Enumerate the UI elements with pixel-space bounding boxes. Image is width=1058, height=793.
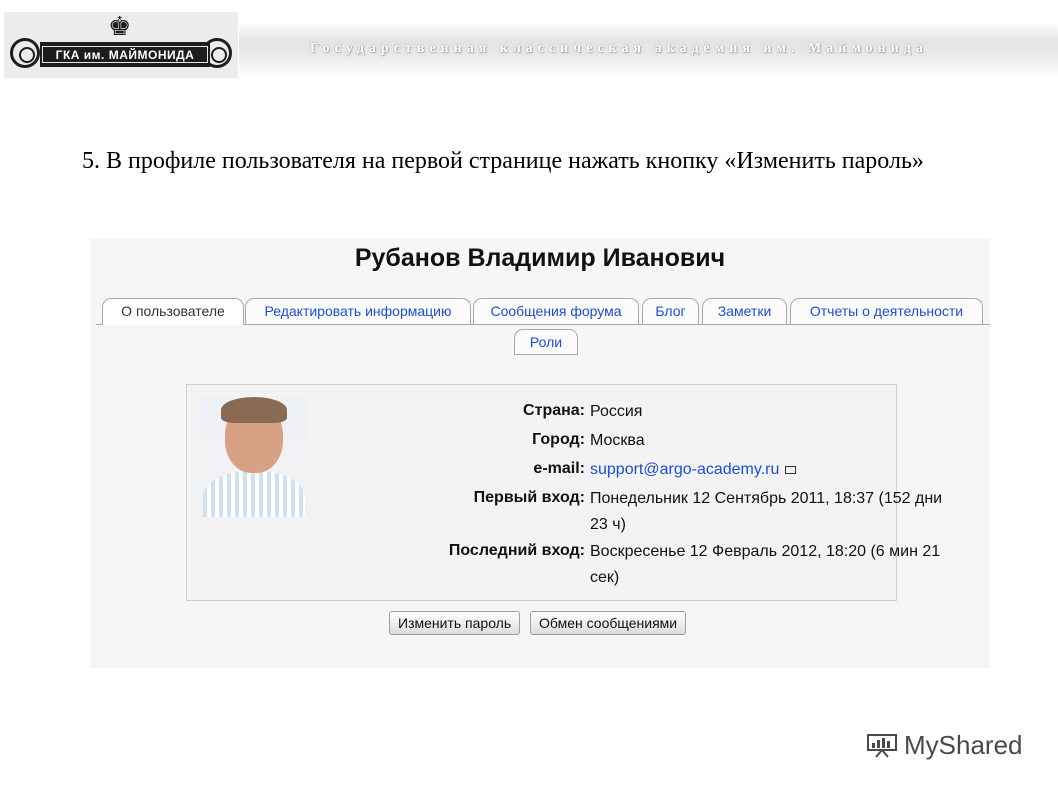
tab-edit-info[interactable]: Редактировать информацию <box>245 298 471 324</box>
watermark-text: MyShared <box>904 730 1023 760</box>
tab-forum-messages[interactable]: Сообщения форума <box>473 298 639 324</box>
first-login-value: Понедельник 12 Сентябрь 2011, 18:37 (152… <box>590 490 943 533</box>
tab-blog[interactable]: Блог <box>642 298 699 324</box>
avatar-shirt <box>203 471 305 517</box>
logo-text: ГКА им. МАЙМОНИДА <box>55 48 195 62</box>
city-label: Город: <box>532 431 585 448</box>
email-link[interactable]: support@argo-academy.ru <box>590 461 779 478</box>
user-name-heading: Рубанов Владимир Иванович <box>354 244 726 272</box>
change-password-button[interactable]: Изменить пароль <box>389 611 521 635</box>
last-login-label: Последний вход: <box>448 542 585 559</box>
email-label: e-mail: <box>533 460 585 477</box>
user-avatar <box>199 397 309 517</box>
messaging-button[interactable]: Обмен сообщениями <box>530 611 687 635</box>
presentation-board-icon <box>867 734 897 758</box>
tab-about-user[interactable]: О пользователе <box>102 298 244 325</box>
academy-title: Государственная классическая академия им… <box>310 41 928 56</box>
profile-info-box: Страна: Россия Город: Москва e-mail: sup… <box>186 384 942 601</box>
email-row: support@argo-academy.ru <box>590 457 970 483</box>
city-value: Москва <box>590 432 645 449</box>
tab-activity-reports[interactable]: Отчеты о деятельности <box>790 298 983 324</box>
instruction-text: 5. В профиле пользователя на первой стра… <box>82 148 924 174</box>
logo-ribbon: ГКА им. МАЙМОНИДА <box>40 42 210 67</box>
academy-logo: ♚ ГКА им. МАЙМОНИДА <box>4 12 238 78</box>
profile-screenshot: Рубанов Владимир Иванович О пользователе… <box>90 238 990 668</box>
last-login-value: Воскресенье 12 Февраль 2012, 18:20 (6 ми… <box>590 543 941 586</box>
country-label: Страна: <box>523 402 585 419</box>
country-value: Россия <box>590 403 643 420</box>
eagle-emblem-icon: ♚ <box>108 11 132 41</box>
seal-left-icon <box>10 38 40 68</box>
avatar-hair <box>221 397 287 423</box>
envelope-icon[interactable] <box>785 466 797 474</box>
first-login-label: Первый вход: <box>473 489 585 506</box>
tab-roles[interactable]: Роли <box>514 329 578 355</box>
tab-notes[interactable]: Заметки <box>702 298 787 324</box>
